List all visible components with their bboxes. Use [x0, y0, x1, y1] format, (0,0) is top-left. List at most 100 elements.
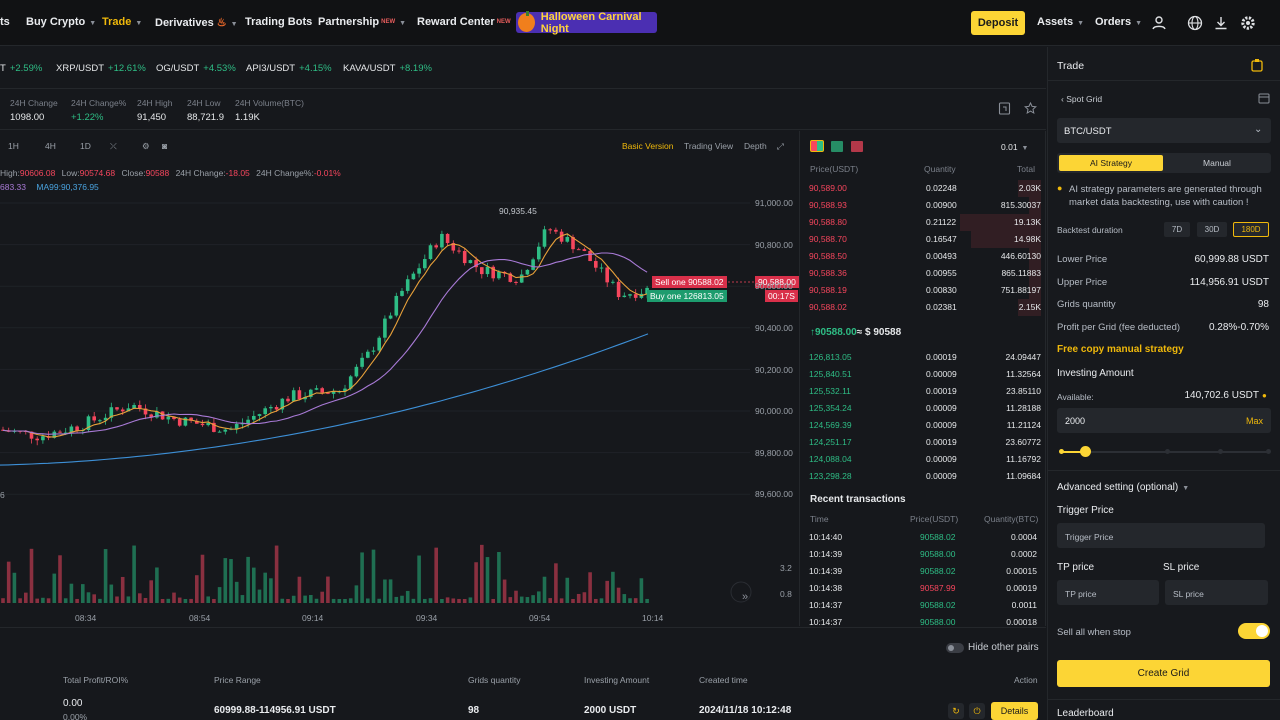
volume-bar	[639, 578, 644, 603]
pair-select[interactable]: BTC/USDT ⌄	[1057, 118, 1271, 143]
advanced-setting-toggle[interactable]: Advanced setting (optional) ▼	[1057, 482, 1189, 493]
ask-row[interactable]: 90,588.93 0.00900 815.30037	[809, 197, 1041, 214]
ticker-item[interactable]: KAVA/USDT +8.19%	[343, 63, 432, 74]
volume-bar	[628, 598, 632, 603]
tp-price-input[interactable]: TP price	[1057, 580, 1159, 605]
download-icon[interactable]	[1213, 15, 1229, 31]
precision-select[interactable]: 0.01 ▼	[1001, 142, 1028, 152]
candle	[223, 429, 228, 432]
slider-stop[interactable]	[1165, 449, 1170, 454]
ticker-item[interactable]: OG/USDT +4.53%	[156, 63, 236, 74]
nav-partnership[interactable]: Partnership NEW ▼	[318, 16, 406, 28]
bid-row[interactable]: 125,354.24 0.00009 11.28188	[809, 400, 1041, 417]
deposit-button[interactable]: Deposit	[971, 11, 1025, 35]
book-bids-icon[interactable]	[831, 141, 843, 152]
candle	[200, 423, 205, 426]
hide-pairs-toggle[interactable]	[946, 643, 964, 653]
bid-row[interactable]: 123,298.28 0.00009 11.09684	[809, 468, 1041, 485]
x-tick: 10:14	[642, 613, 664, 623]
gear-icon[interactable]	[1240, 15, 1256, 31]
backtest-7d[interactable]: 7D	[1164, 222, 1190, 237]
amount-input[interactable]: 2000 Max	[1057, 408, 1271, 433]
nav-buy-crypto[interactable]: Buy Crypto ▼	[26, 16, 96, 28]
back-spot-grid[interactable]: ‹ Spot Grid	[1061, 94, 1102, 104]
nav-trading-bots[interactable]: Trading Bots	[245, 16, 312, 28]
sl-price-input[interactable]: SL price	[1165, 580, 1268, 605]
row-roi: 0.00%	[63, 712, 88, 720]
refresh-icon[interactable]: ↻	[948, 703, 964, 719]
slider-stop[interactable]	[1266, 449, 1271, 454]
trade-qty: 0.00019	[1006, 583, 1037, 593]
halloween-promo[interactable]: Halloween Carnival Night	[516, 11, 657, 35]
create-grid-button[interactable]: Create Grid	[1057, 660, 1270, 687]
volume-bar	[320, 591, 324, 603]
star-icon[interactable]	[1024, 102, 1037, 115]
sell-all-toggle[interactable]	[1238, 623, 1270, 639]
backtest-180d[interactable]: 180D	[1233, 222, 1269, 237]
info-doc-icon[interactable]	[998, 102, 1011, 115]
ask-price: 90,588.70	[809, 234, 847, 244]
candle	[605, 267, 609, 283]
nav-orders[interactable]: Orders ▼	[1095, 16, 1142, 28]
leaderboard-link[interactable]: Leaderboard	[1057, 708, 1114, 719]
ask-row[interactable]: 90,588.36 0.00955 865.11883	[809, 265, 1041, 282]
backtest-30d[interactable]: 30D	[1197, 222, 1227, 237]
tab-ai-strategy[interactable]: AI Strategy	[1059, 155, 1163, 171]
trigger-price-input[interactable]: Trigger Price	[1057, 523, 1265, 548]
ask-row[interactable]: 90,588.80 0.21122 19.13K	[809, 214, 1041, 231]
volume-bar	[155, 567, 159, 603]
ask-row[interactable]: 90,588.19 0.00830 751.88197	[809, 282, 1041, 299]
volume-bar	[605, 580, 609, 603]
volume-bar	[440, 598, 444, 603]
volume-bar	[286, 598, 290, 603]
nav-reward-center[interactable]: Reward Center NEW	[417, 16, 511, 28]
ask-qty: 0.02248	[926, 183, 957, 193]
candlestick-chart[interactable]: »	[0, 131, 800, 626]
ticker-item[interactable]: XRP/USDT +12.61%	[56, 63, 146, 74]
price-chart-panel: 1H 4H 1D ⤫ ⚙ ◙ Basic Version Trading Vie…	[0, 131, 800, 626]
ticker-item[interactable]: API3/USDT +4.15%	[246, 63, 332, 74]
bid-row[interactable]: 124,251.17 0.00019 23.60772	[809, 434, 1041, 451]
chevron-down-icon: ▼	[399, 20, 407, 27]
volume-bar	[343, 598, 347, 603]
globe-icon[interactable]	[1187, 15, 1203, 31]
slider-stop[interactable]	[1218, 449, 1223, 454]
max-button[interactable]: Max	[1246, 416, 1263, 426]
user-icon[interactable]	[1151, 15, 1167, 31]
col-header: Price Range	[214, 675, 261, 685]
calculator-icon[interactable]	[1258, 93, 1270, 104]
bid-price: 126,813.05	[809, 352, 852, 362]
candle	[297, 390, 302, 400]
nav-item-partial[interactable]: ts	[0, 16, 10, 28]
slider-stop[interactable]	[1059, 449, 1064, 454]
ask-qty: 0.00955	[926, 268, 957, 278]
bid-row[interactable]: 126,813.05 0.00019 24.09447	[809, 349, 1041, 366]
nav-derivatives[interactable]: Derivatives ♨ ▼	[155, 16, 238, 29]
bid-row[interactable]: 125,840.51 0.00009 11.32564	[809, 366, 1041, 383]
candle	[434, 245, 438, 248]
bid-price: 125,532.11	[809, 386, 851, 396]
amount-slider-handle[interactable]	[1080, 446, 1092, 457]
tab-manual[interactable]: Manual	[1165, 155, 1269, 171]
nav-trade[interactable]: Trade ▼	[102, 16, 142, 28]
bid-total: 11.16792	[1006, 454, 1041, 464]
bid-row[interactable]: 124,569.39 0.00009 11.21124	[809, 417, 1041, 434]
ob-header-qty: Quantity	[924, 164, 956, 174]
ask-row[interactable]: 90,589.00 0.02248 2.03K	[809, 180, 1041, 197]
ask-row[interactable]: 90,588.50 0.00493 446.60130	[809, 248, 1041, 265]
book-asks-icon[interactable]	[851, 141, 863, 152]
bid-row[interactable]: 125,532.11 0.00019 23.85110	[809, 383, 1041, 400]
ask-row[interactable]: 90,588.70 0.16547 14.98K	[809, 231, 1041, 248]
ask-row[interactable]: 90,588.02 0.02381 2.15K	[809, 299, 1041, 316]
clipboard-icon[interactable]	[1250, 58, 1264, 72]
candle	[440, 233, 444, 248]
nav-assets[interactable]: Assets ▼	[1037, 16, 1084, 28]
book-both-icon[interactable]	[810, 140, 824, 152]
bid-row[interactable]: 124,088.04 0.00009 11.16792	[809, 451, 1041, 468]
upper-price-value: 114,956.91 USDT	[1189, 277, 1269, 288]
free-copy-link[interactable]: Free copy manual strategy	[1057, 344, 1184, 355]
power-icon[interactable]: ⏻	[969, 703, 985, 719]
volume-bar	[6, 561, 11, 603]
ticker-item[interactable]: T +2.59%	[0, 63, 42, 74]
details-button[interactable]: Details	[991, 702, 1038, 720]
